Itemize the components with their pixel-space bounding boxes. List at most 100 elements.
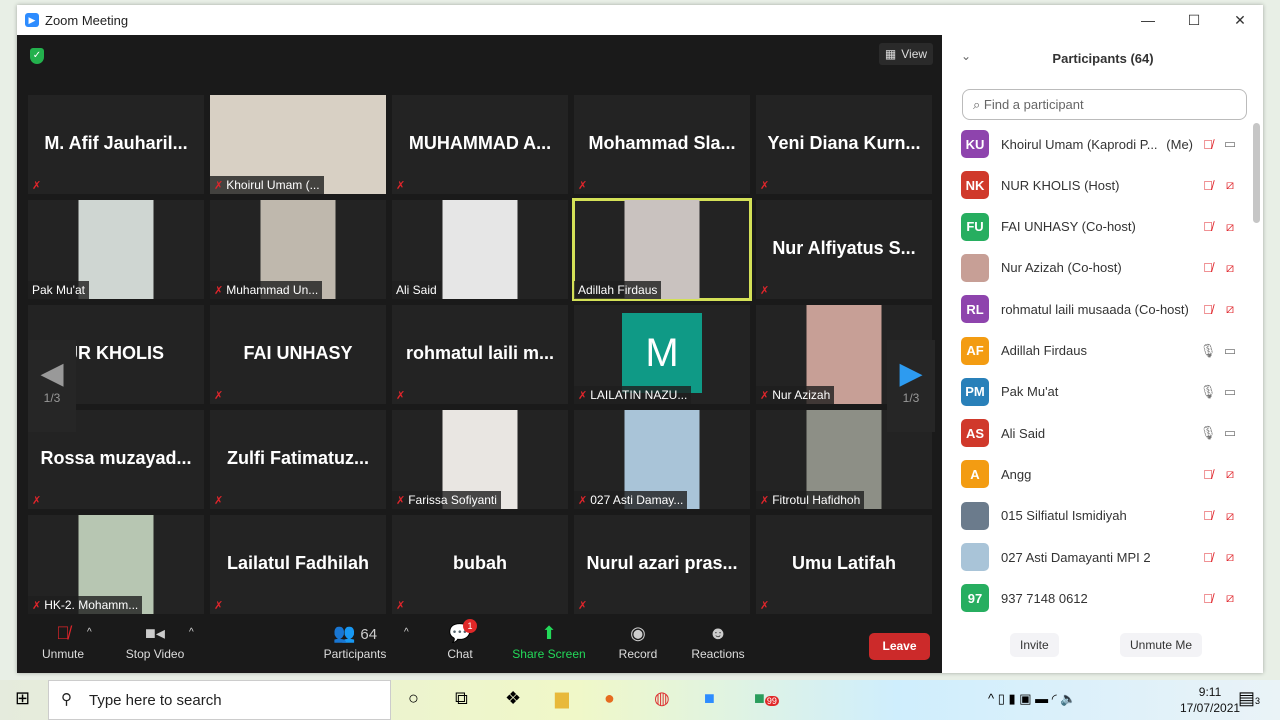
video-tile[interactable]: rohmatul laili m... ✗ <box>392 305 568 404</box>
participant-row[interactable]: A Angg 🎙̸ ⧄ <box>961 459 1241 489</box>
tile-name: MUHAMMAD A... <box>408 133 552 153</box>
participant-name: 015 Silfiatul Ismidiyah <box>1001 508 1127 524</box>
participant-name: 027 Asti Damayanti MPI 2 <box>1001 549 1151 565</box>
windows-start-icon[interactable]: ⊞ <box>15 688 30 709</box>
participant-name: 937 7148 0612 <box>1001 590 1088 606</box>
zoom-app-icon[interactable]: ■ <box>704 688 715 709</box>
video-tile[interactable]: ✗ Muhammad Un... <box>210 200 386 299</box>
video-tile[interactable]: Yeni Diana Kurn... ✗ <box>756 95 932 194</box>
audio-options-caret[interactable]: ^ <box>87 627 92 638</box>
mic-muted-icon: ✗ <box>214 180 224 192</box>
tile-name: Nur Alfiyatus S... <box>772 238 916 258</box>
participant-search-input[interactable]: ⌕ Find a participant <box>962 89 1247 120</box>
participant-row[interactable]: FU FAI UNHASY (Co-host) 🎙̸ ⧄ <box>961 212 1241 242</box>
video-camera-icon: ■◂ <box>145 623 165 643</box>
file-explorer-icon[interactable]: ▆ <box>555 688 569 709</box>
participant-row[interactable]: 97 937 7148 0612 🎙̸ ⧄ <box>961 583 1241 613</box>
participant-row[interactable]: PM Pak Mu'at 🎙 ▭ <box>961 377 1241 407</box>
video-tile[interactable]: MUHAMMAD A... ✗ <box>392 95 568 194</box>
tile-label: ✗ Farissa Sofiyanti <box>392 491 501 509</box>
tray-icons[interactable]: ^ ▯ ▮ ▣ ▬ ◜ 🔈 <box>988 691 1077 707</box>
stop-video-button[interactable]: ■◂ Stop Video <box>123 623 187 661</box>
participant-row[interactable]: 015 Silfiatul Ismidiyah 🎙̸ ⧄ <box>961 501 1241 531</box>
mic-muted-icon: 🎙̸ <box>1203 260 1213 276</box>
video-camera-icon: ▭ <box>1223 342 1237 358</box>
dropbox-icon[interactable]: ❖ <box>505 688 521 709</box>
security-shield-icon[interactable]: ✓ <box>30 48 44 64</box>
video-tile[interactable]: Adillah Firdaus <box>572 198 752 301</box>
participants-button[interactable]: 👥 64 Participants <box>320 623 390 661</box>
tile-label: ✗ <box>574 596 594 614</box>
chrome-icon[interactable]: ◍ <box>654 688 670 709</box>
video-tile[interactable]: ✗ Khoirul Umam (... <box>210 95 386 194</box>
video-tile[interactable]: Nurul azari pras... ✗ <box>574 515 750 614</box>
tile-name: Nur Azizah <box>772 388 831 402</box>
notification-count: 3 <box>1255 696 1261 706</box>
close-button[interactable]: ✕ <box>1217 5 1263 35</box>
prev-page-button[interactable]: ◀ 1/3 <box>28 340 76 432</box>
video-tile[interactable]: Lailatul Fadhilah ✗ <box>210 515 386 614</box>
unmute-button[interactable]: 🎙̸ Unmute <box>37 623 89 661</box>
video-tile[interactable]: M ✗ LAILATIN NAZU... <box>574 305 750 404</box>
mic-icon: 🎙 <box>1199 342 1217 358</box>
scrollbar[interactable] <box>1253 123 1260 223</box>
participant-row[interactable]: KU Khoirul Umam (Kaprodi P... (Me) 🎙̸ ▭ <box>961 129 1241 159</box>
video-off-icon: ⧄ <box>1225 549 1235 564</box>
participant-row[interactable]: Nur Azizah (Co-host) 🎙̸ ⧄ <box>961 253 1241 283</box>
avatar: KU <box>961 130 989 158</box>
tile-label: ✗ <box>574 176 594 194</box>
tile-name: Ali Said <box>396 283 437 297</box>
mic-muted-icon: ✗ <box>578 390 588 402</box>
taskbar-search-input[interactable]: ⚲ Type here to search <box>48 680 391 720</box>
video-tile[interactable]: Nur Alfiyatus S... ✗ <box>756 200 932 299</box>
page-indicator: 1/3 <box>902 391 920 405</box>
tile-label: ✗ <box>28 491 48 509</box>
avatar <box>961 501 989 530</box>
maximize-button[interactable]: ☐ <box>1171 5 1217 35</box>
video-tile[interactable]: bubah ✗ <box>392 515 568 614</box>
video-off-icon: ⧄ <box>1225 590 1235 606</box>
tile-label: ✗ <box>210 596 230 614</box>
share-screen-button[interactable]: ⬆ Share Screen <box>511 623 587 661</box>
unmute-me-button[interactable]: Unmute Me <box>1120 633 1203 657</box>
video-tile[interactable]: ✗ 027 Asti Damay... <box>574 410 750 509</box>
mic-muted-icon: 🎙̸ <box>1203 590 1213 606</box>
mic-muted-icon: 🎙̸ <box>1203 549 1213 565</box>
reactions-button[interactable]: ☻ Reactions <box>689 623 747 661</box>
share-screen-icon: ⬆ <box>541 623 557 643</box>
video-tile[interactable]: Ali Said <box>392 200 568 299</box>
video-tile[interactable]: Mohammad Sla... ✗ <box>574 95 750 194</box>
video-tile[interactable]: Umu Latifah ✗ <box>756 515 932 614</box>
page-indicator: 1/3 <box>43 391 61 405</box>
record-button[interactable]: ◉ Record <box>617 623 659 661</box>
next-page-button[interactable]: ▶ 1/3 <box>887 340 935 432</box>
chat-button[interactable]: 💬 1 Chat <box>445 619 477 661</box>
invite-button[interactable]: Invite <box>1010 633 1059 657</box>
tile-name: 027 Asti Damay... <box>590 493 684 507</box>
tile-name: Rossa muzayad... <box>40 448 192 468</box>
leave-button[interactable]: Leave <box>869 633 930 660</box>
video-tile[interactable]: Zulfi Fatimatuz... ✗ <box>210 410 386 509</box>
participant-row[interactable]: RL rohmatul laili musaada (Co-host) 🎙̸ ⧄ <box>961 294 1241 324</box>
video-tile[interactable]: FAI UNHASY ✗ <box>210 305 386 404</box>
notifications-icon[interactable]: ▤3 <box>1238 688 1260 709</box>
mic-muted-icon: ✗ <box>760 180 770 192</box>
participants-options-caret[interactable]: ^ <box>404 627 409 638</box>
cortana-icon[interactable]: ○ <box>408 688 419 709</box>
clock[interactable]: 9:11 17/07/2021 <box>1180 684 1240 716</box>
whatsapp-icon[interactable]: ■ 99 <box>754 688 779 709</box>
video-tile[interactable]: ✗ HK-2. Mohamm... <box>28 515 204 614</box>
participant-row[interactable]: AS Ali Said 🎙 ▭ <box>961 418 1241 448</box>
firefox-icon[interactable]: ● <box>604 688 615 709</box>
video-tile[interactable]: ✗ Farissa Sofiyanti <box>392 410 568 509</box>
task-view-icon[interactable]: ⧉ <box>455 688 468 709</box>
video-tile[interactable]: Pak Mu'at <box>28 200 204 299</box>
participant-row[interactable]: AF Adillah Firdaus 🎙 ▭ <box>961 336 1241 366</box>
video-tile[interactable]: M. Afif Jauharil... ✗ <box>28 95 204 194</box>
minimize-button[interactable]: — <box>1125 5 1171 35</box>
view-button[interactable]: ▦ View <box>879 43 933 65</box>
participant-name: Khoirul Umam (Kaprodi P... <box>1001 136 1158 152</box>
participant-row[interactable]: NK NUR KHOLIS (Host) 🎙̸ ⧄ <box>961 170 1241 200</box>
video-options-caret[interactable]: ^ <box>189 627 194 638</box>
participant-row[interactable]: 027 Asti Damayanti MPI 2 🎙̸ ⧄ <box>961 542 1241 572</box>
